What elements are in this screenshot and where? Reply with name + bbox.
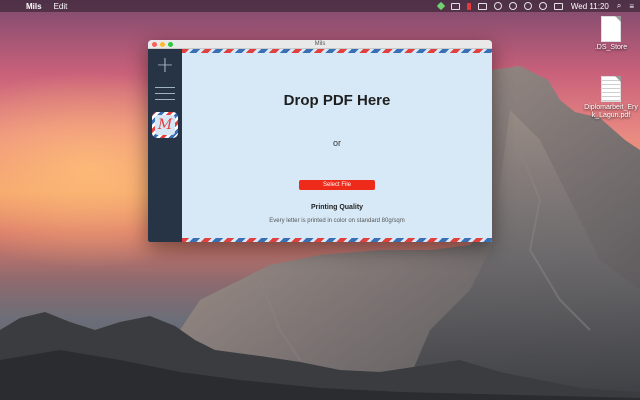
drop-area[interactable]: Drop PDF Here or Select File Printing Qu… [182, 49, 492, 242]
file-icon [601, 16, 621, 42]
or-separator: or [332, 138, 341, 148]
mils-window: Mils + M Drop PDF Here or Select File Pr… [148, 40, 492, 242]
drop-title: Drop PDF Here [283, 92, 391, 109]
desktop-icon-pdf[interactable]: Diplomarbeit_Eryk_Lagun.pdf [576, 76, 640, 120]
sidebar: + M [148, 49, 182, 242]
desktop-icon-ds-store[interactable]: .DS_Store [576, 16, 640, 52]
battery-icon[interactable] [553, 2, 563, 10]
display-icon[interactable] [477, 2, 487, 10]
window-titlebar[interactable]: Mils [148, 40, 492, 49]
wifi-icon[interactable] [523, 2, 532, 10]
select-file-button[interactable]: Select File [299, 180, 375, 190]
menu-edit[interactable]: Edit [54, 2, 68, 11]
close-button[interactable] [152, 42, 157, 47]
airmail-border-bottom [182, 238, 492, 242]
airmail-border-top [182, 49, 492, 53]
mils-logo[interactable]: M [152, 112, 178, 138]
menu-clock[interactable]: Wed 11:20 [571, 2, 609, 11]
menu-icon[interactable] [155, 87, 175, 101]
recording-icon[interactable] [466, 2, 471, 10]
add-icon[interactable]: + [154, 55, 176, 78]
desktop-icon-label: .DS_Store [594, 44, 628, 51]
pdf-file-icon [601, 76, 621, 102]
notification-center-icon[interactable]: ≡ [629, 2, 634, 11]
window-title: Mils [314, 41, 326, 47]
bluetooth-icon[interactable] [508, 2, 517, 10]
status-app-icon[interactable] [436, 1, 446, 11]
desktop-icon-label: Diplomarbeit_Eryk_Lagun.pdf [584, 104, 638, 119]
printing-quality-description: Every letter is printed in color on stan… [269, 218, 405, 224]
minimize-button[interactable] [160, 42, 165, 47]
volume-icon[interactable] [538, 2, 547, 10]
spotlight-search-icon[interactable]: ⌕ [617, 1, 621, 11]
logo-letter: M [155, 115, 175, 135]
menu-app-name[interactable]: Mils [26, 2, 42, 11]
time-machine-icon[interactable] [493, 2, 502, 10]
zoom-button[interactable] [168, 42, 173, 47]
screen-icon[interactable] [450, 2, 460, 10]
printing-quality-title: Printing Quality [310, 204, 364, 211]
menu-bar: Mils Edit Wed 11:20 ⌕ ≡ [0, 0, 640, 12]
